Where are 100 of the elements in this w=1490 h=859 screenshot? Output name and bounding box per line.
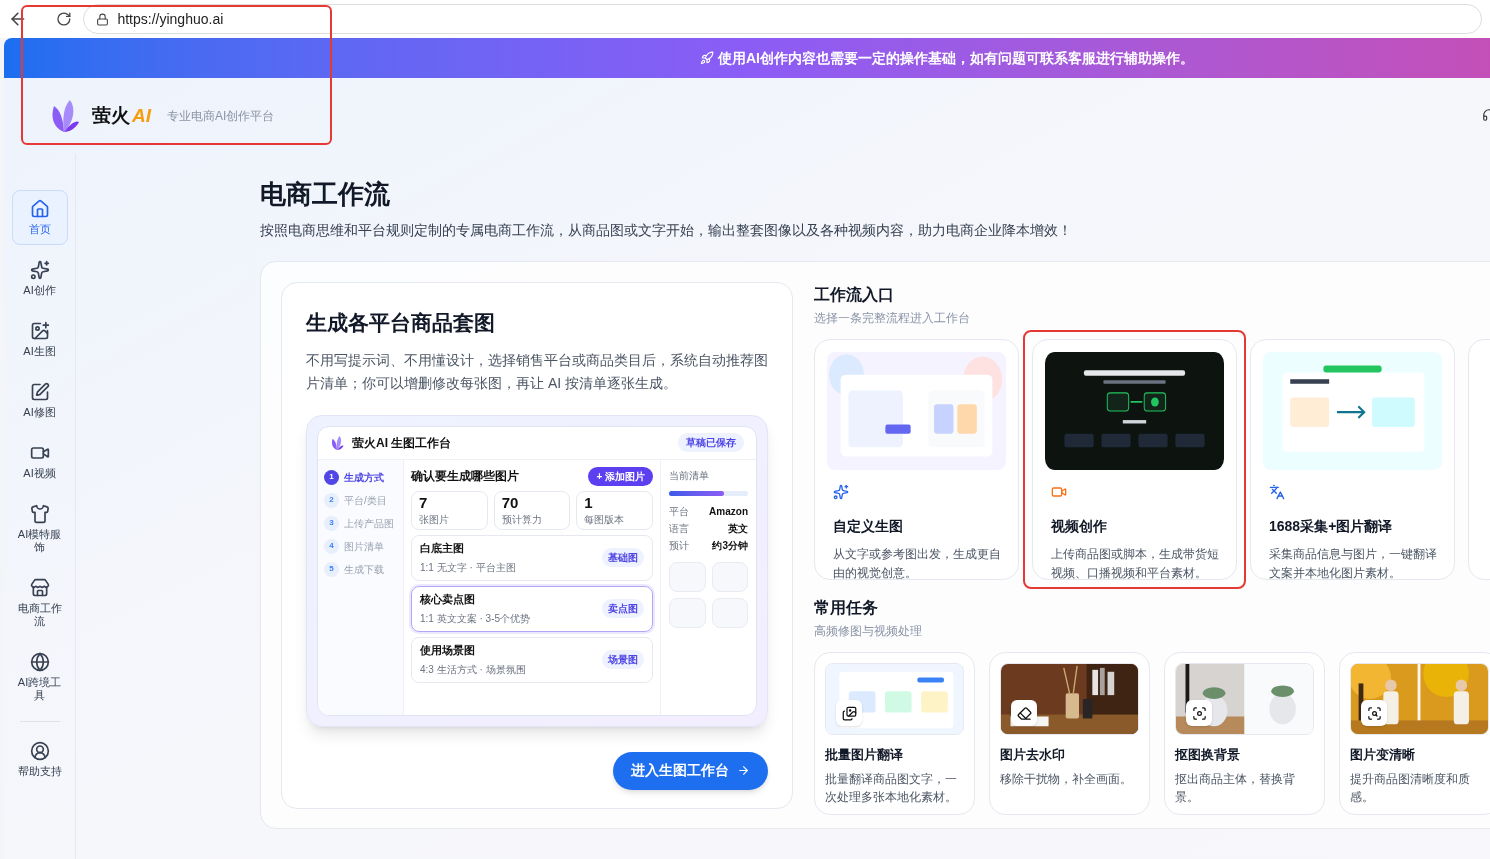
image-item-title: 使用场景图 — [420, 643, 476, 659]
step-label: 平台/类目 — [344, 493, 387, 508]
task-description: 批量翻译商品图文字，一次处理多张本地化素材。 — [825, 770, 958, 806]
workflow-description: 采集商品信息与图片，一键翻译文案并本地化图片素材。 — [1269, 546, 1438, 582]
workbench-title: 萤火AI 生图工作台 — [352, 434, 452, 452]
step-number: 4 — [324, 538, 339, 554]
image-item[interactable]: 使用场景图 4:3 生活方式 · 场景氛围 场景图 — [411, 636, 653, 683]
summary-title: 当前清单 — [669, 468, 710, 483]
feature-title: 生成各平台商品套图 — [306, 310, 496, 336]
image-item-tag: 基础图 — [602, 548, 644, 567]
section-title: 工作流入口 — [814, 285, 895, 305]
sidebar-item[interactable]: 电商工作流 — [11, 569, 68, 637]
image-item-title: 白底主图 — [420, 541, 465, 557]
task-card[interactable]: 批量图片翻译 批量翻译商品图文字，一次处理多张本地化素材。 — [814, 652, 975, 815]
sidebar-item[interactable]: AI模特服饰 — [11, 495, 68, 563]
step-number: 5 — [324, 561, 339, 577]
step-item[interactable]: 1 生成方式 — [324, 469, 403, 485]
image-search-icon — [1366, 705, 1382, 721]
feature-description: 不用写提示词、不用懂设计，选择销售平台或商品类目后，系统自动推荐图片清单；你可以增删修改每张图，再让 AI 按清单逐张生成。 — [306, 350, 768, 393]
task-description: 抠出商品主体，替换背景。 — [1175, 770, 1296, 806]
translate-icon — [1269, 484, 1285, 500]
url-text: https://yinghuo.ai — [117, 9, 224, 29]
image-item-meta: 1:1 无文字 · 平台主图 — [420, 560, 517, 575]
globe-icon — [29, 652, 50, 672]
sparkles-icon — [833, 484, 849, 500]
sidebar-item[interactable]: AI创作 — [11, 251, 68, 306]
task-card[interactable]: 图片去水印 移除干扰物，补全画面。 — [989, 652, 1150, 815]
brand-name: 萤火AI — [92, 103, 151, 128]
stat-value: 7 — [419, 493, 429, 512]
page-title: 电商工作流 — [260, 178, 391, 211]
image-item-tag: 卖点图 — [602, 599, 644, 618]
workflow-title: 自定义生图 — [833, 517, 904, 536]
step-label: 上传产品图 — [344, 516, 394, 531]
workflow-description: 从文字或参考图出发，生成更自由的视觉创意。 — [833, 546, 1002, 582]
focus-frame-icon — [1191, 705, 1207, 721]
image-item-tag: 场景图 — [602, 650, 644, 669]
logo-icon — [330, 434, 344, 451]
summary-value: 英文 — [728, 521, 748, 536]
lock-icon — [96, 12, 110, 26]
stat-label: 张图片 — [419, 512, 450, 527]
reload-icon[interactable] — [55, 11, 72, 27]
image-plus-icon — [29, 321, 50, 341]
step-label: 生成方式 — [344, 470, 384, 485]
summary-value: 约3分钟 — [712, 538, 748, 553]
image-pen-icon — [29, 382, 50, 402]
section-title: 常用任务 — [814, 598, 879, 618]
arrow-right-icon — [737, 764, 750, 777]
sidebar-item[interactable]: AI修图 — [11, 373, 68, 428]
home-icon — [29, 199, 50, 219]
task-card[interactable]: 图片变清晰 提升商品图清晰度和质感。 — [1339, 652, 1490, 815]
summary-key: 平台 — [669, 503, 689, 519]
sparkles-icon — [29, 260, 50, 280]
draft-status: 草稿已保存 — [678, 433, 744, 452]
image-item[interactable]: 白底主图 1:1 无文字 · 平台主图 基础图 — [411, 534, 653, 581]
sidebar-item[interactable]: 首页 — [11, 190, 68, 245]
checklist-heading: 确认要生成哪些图片 — [411, 468, 519, 485]
storefront-icon — [29, 578, 50, 598]
workflow-title: 视频创作 — [1051, 517, 1108, 536]
rocket-icon — [700, 51, 714, 65]
video-camera-icon — [1051, 484, 1067, 500]
enter-workbench-button[interactable]: 进入生图工作台 — [613, 751, 768, 790]
brand-tagline: 专业电商AI创作平台 — [167, 108, 275, 125]
task-title: 批量图片翻译 — [825, 746, 904, 764]
add-image-button[interactable]: + 添加图片 — [588, 466, 653, 486]
stat-label: 每图版本 — [584, 512, 626, 527]
sidebar-item[interactable]: AI生图 — [11, 312, 68, 367]
image-item[interactable]: 核心卖点图 1:1 英文文案 · 3-5个优势 卖点图 — [411, 585, 653, 632]
image-item-title: 核心卖点图 — [420, 592, 476, 608]
image-item-meta: 1:1 英文文案 · 3-5个优势 — [420, 611, 532, 626]
workflow-description: 上传商品图或脚本，生成带货短视频、口播视频和平台素材。 — [1051, 546, 1220, 582]
summary-value: Amazon — [709, 504, 748, 519]
task-card[interactable]: 抠图换背景 抠出商品主体，替换背景。 — [1164, 652, 1325, 815]
stat-label: 预计算力 — [501, 512, 543, 527]
step-label: 生成下载 — [344, 562, 384, 577]
notice-text: 使用AI创作内容也需要一定的操作基础，如有问题可联系客服进行辅助操作。 — [718, 48, 1194, 68]
step-number: 1 — [324, 469, 339, 485]
image-stack-icon — [841, 705, 857, 721]
section-subtitle: 高频修图与视频处理 — [814, 623, 923, 640]
task-description: 提升商品图清晰度和质感。 — [1350, 770, 1471, 806]
sidebar-item[interactable]: AI跨境工具 — [11, 643, 68, 711]
step-number: 2 — [324, 492, 339, 508]
page-description: 按照电商思维和平台规则定制的专属电商工作流，从商品图或文字开始，输出整套图像以及各种视频内容，助力电商企业降本增效！ — [260, 221, 1073, 240]
step-label: 图片清单 — [344, 539, 384, 554]
summary-key: 预计 — [669, 537, 689, 553]
task-title: 抠图换背景 — [1175, 746, 1241, 764]
shirt-icon — [29, 504, 50, 524]
stat-value: 70 — [501, 493, 520, 512]
user-circle-icon — [29, 741, 50, 761]
task-title: 图片变清晰 — [1350, 746, 1416, 764]
workflow-card[interactable]: 1688采集+图片翻译 采集商品信息与图片，一键翻译文案并本地化图片素材。 — [1250, 339, 1455, 580]
summary-key: 语言 — [669, 520, 689, 536]
workflow-title: 1688采集+图片翻译 — [1269, 517, 1394, 536]
workflow-card[interactable]: 自定义生图 从文字或参考图出发，生成更自由的视觉创意。 — [814, 339, 1019, 580]
image-item-meta: 4:3 生活方式 · 场景氛围 — [420, 662, 527, 677]
sidebar-item[interactable]: AI视频 — [11, 434, 68, 489]
workflow-card[interactable]: 视频创作 上传商品图或脚本，生成带货短视频、口播视频和平台素材。 — [1032, 339, 1237, 580]
task-description: 移除干扰物，补全画面。 — [1000, 770, 1133, 788]
task-title: 图片去水印 — [1000, 746, 1066, 764]
sidebar-item[interactable]: 帮助支持 — [11, 732, 68, 787]
stat-value: 1 — [584, 493, 594, 512]
